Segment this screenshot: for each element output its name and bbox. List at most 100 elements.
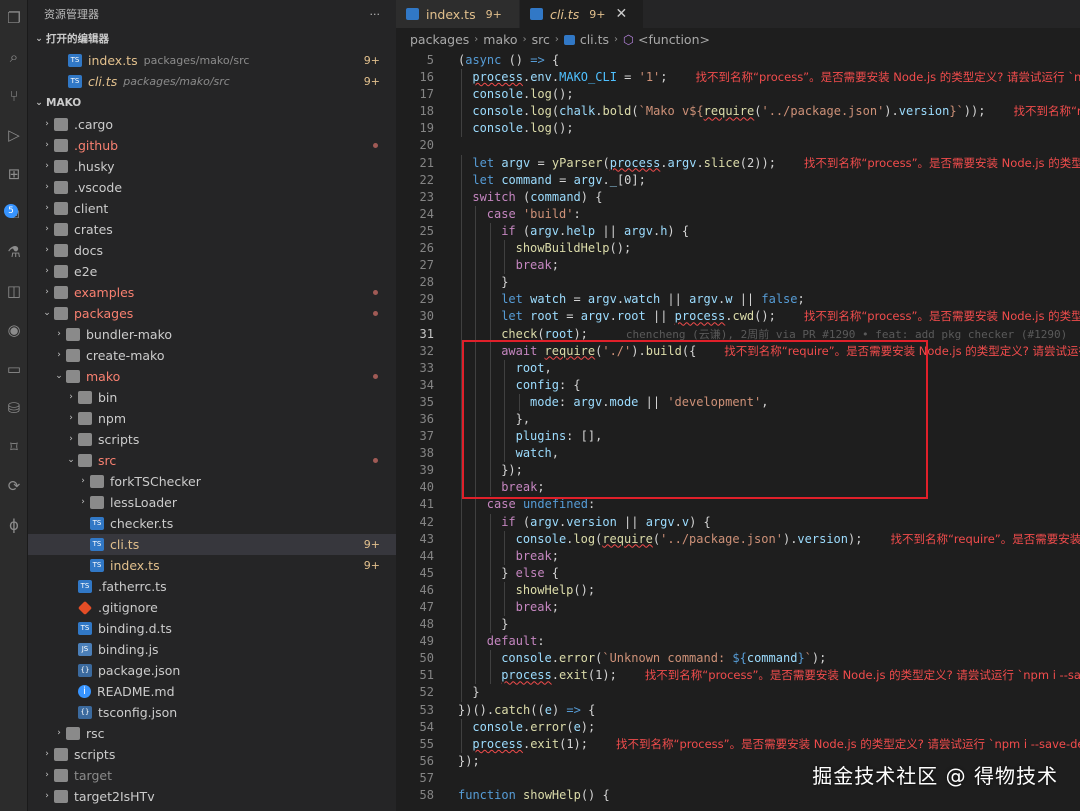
tree-item-gitignore[interactable]: .gitignore bbox=[28, 597, 396, 618]
tab-label: cli.ts bbox=[550, 6, 580, 22]
tree-item-cargo[interactable]: › .cargo bbox=[28, 114, 396, 135]
tree-item-target[interactable]: › target bbox=[28, 765, 396, 786]
tree-item-npm[interactable]: › npm bbox=[28, 408, 396, 429]
code-token: async bbox=[465, 53, 502, 67]
folder-icon bbox=[66, 349, 80, 362]
line-number: 22 bbox=[419, 172, 434, 187]
code-line: 28} bbox=[396, 274, 1080, 292]
tree-item-create-mako[interactable]: › create-mako bbox=[28, 345, 396, 366]
tree-item-bundler-mako[interactable]: › bundler-mako bbox=[28, 324, 396, 345]
open-editors-section[interactable]: ⌄ 打开的编辑器 bbox=[28, 28, 396, 50]
code-token: command bbox=[501, 172, 552, 187]
folder-icon bbox=[78, 391, 92, 404]
indent-guide bbox=[489, 308, 491, 326]
project-section[interactable]: ⌄ MAKO bbox=[28, 92, 396, 114]
extensions-icon[interactable]: ⊞ bbox=[4, 164, 24, 184]
breadcrumb-item[interactable]: mako bbox=[483, 28, 517, 52]
device-icon[interactable]: ▭ bbox=[4, 359, 24, 379]
tree-item-fatherrc-ts[interactable]: TS .fatherrc.ts bbox=[28, 576, 396, 597]
indent-guide bbox=[475, 274, 477, 292]
tree-item-github[interactable]: › .github bbox=[28, 135, 396, 156]
code-token: () bbox=[501, 53, 531, 67]
tree-item-rsc[interactable]: › rsc bbox=[28, 723, 396, 744]
tree-item-target2ishtv[interactable]: › target2IsHTv bbox=[28, 786, 396, 807]
github-icon[interactable]: ◉ bbox=[4, 320, 24, 340]
code-token: '../package.json' bbox=[660, 531, 783, 546]
tree-item-packages[interactable]: ⌄ packages bbox=[28, 303, 396, 324]
code-token: = bbox=[551, 172, 574, 187]
tree-item-forktschecker[interactable]: › forkTSChecker bbox=[28, 471, 396, 492]
open-editor-item[interactable]: TS cli.ts packages/mako/src 9+ bbox=[28, 71, 396, 92]
code-text: console.log(require('../package.json').v… bbox=[516, 531, 1080, 548]
tree-item-label: e2e bbox=[74, 264, 98, 279]
tree-item-package-json[interactable]: {} package.json bbox=[28, 660, 396, 681]
code-token: version bbox=[566, 514, 617, 529]
more-actions-icon[interactable]: ··· bbox=[370, 8, 381, 21]
indent-guide bbox=[489, 547, 491, 565]
code-token: break bbox=[515, 258, 552, 273]
typescript-file-icon: TS bbox=[68, 75, 82, 88]
code-token: => bbox=[530, 53, 545, 67]
tree-item-husky[interactable]: › .husky bbox=[28, 156, 396, 177]
breadcrumb-item[interactable]: cli.ts bbox=[580, 28, 609, 52]
indent-guide bbox=[475, 308, 477, 326]
breadcrumb-item[interactable]: src bbox=[532, 28, 550, 52]
search-icon[interactable]: ⌕ bbox=[4, 47, 24, 67]
line-number: 5 bbox=[426, 53, 434, 67]
close-icon[interactable]: ✕ bbox=[615, 6, 627, 22]
indent-guide bbox=[475, 222, 477, 241]
code-token: () { bbox=[580, 788, 610, 803]
tree-item-index-ts[interactable]: TS index.ts 9+ bbox=[28, 555, 396, 576]
code-token: argv bbox=[501, 155, 531, 170]
docker-icon[interactable]: ◫ bbox=[4, 281, 24, 301]
tree-item-crates[interactable]: › crates bbox=[28, 219, 396, 240]
tree-item-checker-ts[interactable]: TS checker.ts bbox=[28, 513, 396, 534]
problem-count-badge: 9+ bbox=[363, 75, 380, 88]
folder-icon bbox=[54, 790, 68, 803]
code-line: 25 if (argv.help || argv.h) { bbox=[396, 222, 1080, 241]
sync-icon[interactable]: ⟳ bbox=[4, 476, 24, 496]
tree-item-tsconfig-json[interactable]: {} tsconfig.json bbox=[28, 702, 396, 723]
tab-cli-ts[interactable]: cli.ts 9+ ✕ bbox=[520, 0, 644, 28]
tree-item-cli-ts[interactable]: TS cli.ts 9+ bbox=[28, 534, 396, 555]
line-number: 18 bbox=[419, 104, 434, 119]
breadcrumb-item[interactable]: packages bbox=[410, 28, 469, 52]
tree-item-scripts[interactable]: › scripts bbox=[28, 429, 396, 450]
code-line: 51 process.exit(1); 找不到名称“process”。是否需要安装 … bbox=[396, 667, 1080, 685]
code-token: : bbox=[573, 206, 581, 221]
breadcrumb-item[interactable]: <function> bbox=[638, 28, 710, 52]
source-control-icon[interactable]: ⑂ bbox=[4, 86, 24, 106]
tree-item-e2e[interactable]: › e2e bbox=[28, 261, 396, 282]
line-number: 49 bbox=[419, 634, 434, 649]
explorer-icon[interactable]: ❐ bbox=[4, 8, 24, 28]
open-editor-item[interactable]: TS index.ts packages/mako/src 9+ bbox=[28, 50, 396, 71]
testing-icon[interactable]: ⚗ bbox=[4, 242, 24, 262]
tree-item-bin[interactable]: › bin bbox=[28, 387, 396, 408]
tree-item-vscode[interactable]: › .vscode bbox=[28, 177, 396, 198]
line-number: 51 bbox=[419, 668, 434, 683]
line-number: 28 bbox=[419, 275, 434, 290]
code-token: . bbox=[602, 172, 610, 187]
line-number: 20 bbox=[419, 138, 434, 153]
code-text: break; bbox=[516, 548, 559, 565]
tree-item-scripts[interactable]: › scripts bbox=[28, 744, 396, 765]
tree-item-examples[interactable]: › examples bbox=[28, 282, 396, 303]
tree-item-lessloader[interactable]: › lessLoader bbox=[28, 492, 396, 513]
tree-item-client[interactable]: › client bbox=[28, 198, 396, 219]
bookmarks-icon[interactable]: ⌑ bbox=[4, 437, 24, 457]
json-file-icon: {} bbox=[78, 706, 92, 719]
database-icon[interactable]: ⛁ bbox=[4, 398, 24, 418]
open-editors-title: 打开的编辑器 bbox=[46, 33, 109, 45]
indent-guide bbox=[489, 599, 491, 617]
plugin-icon[interactable]: ϕ bbox=[4, 515, 24, 535]
tree-item-docs[interactable]: › docs bbox=[28, 240, 396, 261]
code-token: let bbox=[501, 292, 523, 307]
tree-item-mako[interactable]: ⌄ mako bbox=[28, 366, 396, 387]
run-debug-icon[interactable]: ▷ bbox=[4, 125, 24, 145]
tree-item-binding-js[interactable]: JS binding.js bbox=[28, 639, 396, 660]
tree-item-src[interactable]: ⌄ src bbox=[28, 450, 396, 471]
tree-item-readme-md[interactable]: i README.md bbox=[28, 681, 396, 702]
indent-guide bbox=[461, 667, 462, 685]
tab-index-ts[interactable]: index.ts 9+ bbox=[396, 0, 520, 28]
tree-item-binding-d-ts[interactable]: TS binding.d.ts bbox=[28, 618, 396, 639]
